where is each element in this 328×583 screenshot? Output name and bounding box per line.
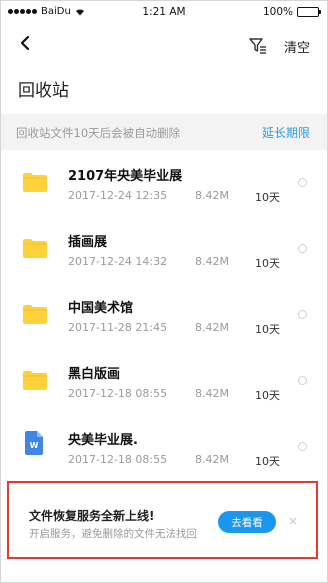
promo-title: 文件恢复服务全新上线! xyxy=(29,509,155,523)
file-date: 2017-12-18 08:55 xyxy=(68,387,168,400)
battery-group: 100% xyxy=(262,6,321,18)
days-remaining: 10天 xyxy=(255,455,280,468)
notice-message: 回收站文件10天后会被自动删除 xyxy=(16,126,181,140)
days-remaining: 10天 xyxy=(255,323,280,336)
extend-period-link[interactable]: 延长期限 xyxy=(262,124,310,141)
word-doc-letter: W xyxy=(30,441,39,450)
list-item[interactable]: 中国美术馆 2017-11-28 21:45 8.42M 10天 xyxy=(1,282,327,348)
file-date: 2017-11-28 21:45 xyxy=(68,321,168,334)
select-radio[interactable] xyxy=(298,310,307,319)
promo-banner: 文件恢复服务全新上线! 开启服务，避免删除的文件无法找回 去看看 × xyxy=(7,481,318,559)
list-item[interactable]: 插画展 2017-12-24 14:32 8.42M 10天 xyxy=(1,216,327,282)
filter-icon[interactable] xyxy=(248,36,268,56)
phone-screen: BaiDu 1:21 AM 100% 清空 回收站 回收站文件10天后会被自动删… xyxy=(0,0,328,583)
file-size: 8.42M xyxy=(195,321,229,334)
close-icon[interactable]: × xyxy=(288,514,298,528)
battery-percent: 100% xyxy=(262,6,293,18)
list-item[interactable]: 2107年央美毕业展 2017-12-24 12:35 8.42M 10天 xyxy=(1,150,327,216)
file-date: 2017-12-24 14:32 xyxy=(68,255,168,268)
word-doc-icon: W xyxy=(25,431,43,455)
promo-subtitle: 开启服务，避免删除的文件无法找回 xyxy=(29,528,197,540)
chevron-left-icon[interactable] xyxy=(13,31,37,55)
file-name: 2107年央美毕业展 xyxy=(68,169,183,184)
select-radio[interactable] xyxy=(298,376,307,385)
select-radio[interactable] xyxy=(298,178,307,187)
page-title: 回收站 xyxy=(18,81,69,101)
folder-icon xyxy=(23,305,47,324)
file-name: 中国美术馆 xyxy=(68,301,134,316)
days-remaining: 10天 xyxy=(255,389,280,402)
nav-bar: 清空 xyxy=(1,27,327,63)
file-name: 黑白版画 xyxy=(68,367,121,382)
folder-icon xyxy=(23,239,47,258)
select-radio[interactable] xyxy=(298,442,307,451)
folder-icon xyxy=(23,371,47,390)
file-name: 插画展 xyxy=(68,235,108,250)
days-remaining: 10天 xyxy=(255,191,280,204)
file-size: 8.42M xyxy=(195,189,229,202)
list-item[interactable]: 黑白版画 2017-12-18 08:55 8.42M 10天 xyxy=(1,348,327,414)
file-date: 2017-12-24 12:35 xyxy=(68,189,168,202)
view-now-button[interactable]: 去看看 xyxy=(218,511,276,533)
clear-button[interactable]: 清空 xyxy=(284,37,310,56)
file-size: 8.42M xyxy=(195,453,229,466)
days-remaining: 10天 xyxy=(255,257,280,270)
file-name: 央美毕业展. xyxy=(68,433,138,448)
file-size: 8.42M xyxy=(195,255,229,268)
list-item[interactable]: W 央美毕业展. 2017-12-18 08:55 8.42M 10天 xyxy=(1,414,327,480)
select-radio[interactable] xyxy=(298,244,307,253)
retention-notice: 回收站文件10天后会被自动删除 延长期限 xyxy=(1,114,327,150)
file-date: 2017-12-18 08:55 xyxy=(68,453,168,466)
battery-icon xyxy=(297,7,321,17)
file-size: 8.42M xyxy=(195,387,229,400)
folder-icon xyxy=(23,173,47,192)
status-bar: BaiDu 1:21 AM 100% xyxy=(1,1,327,23)
